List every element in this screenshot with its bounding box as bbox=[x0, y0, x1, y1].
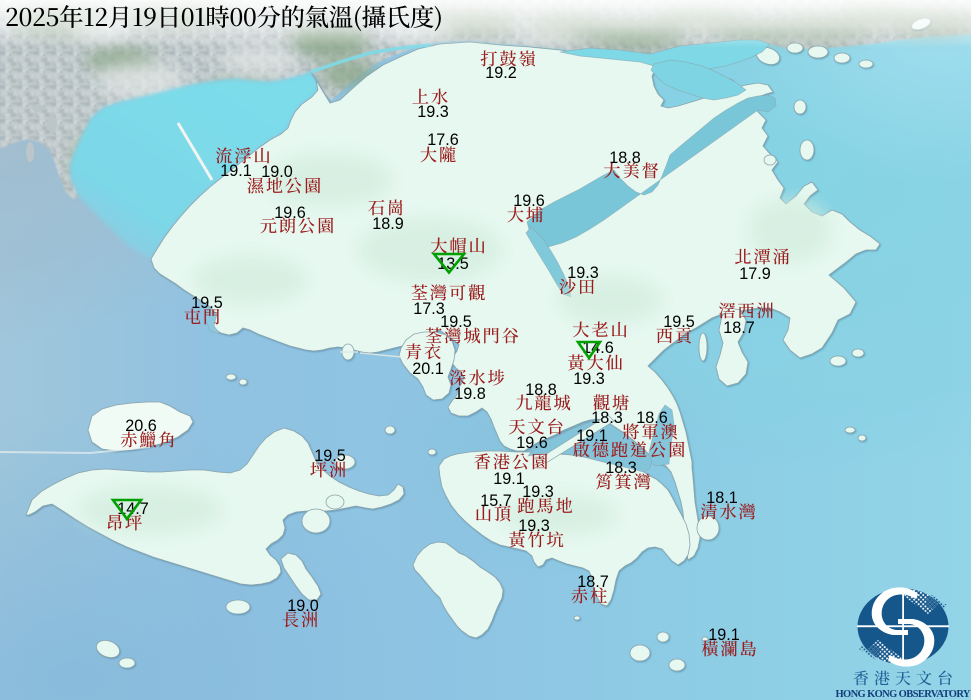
svg-text:19.5: 19.5 bbox=[314, 447, 346, 465]
svg-text:19.0: 19.0 bbox=[287, 597, 319, 615]
svg-text:19.1: 19.1 bbox=[576, 427, 608, 445]
svg-text:19.3: 19.3 bbox=[573, 370, 605, 388]
svg-text:19.1: 19.1 bbox=[493, 470, 525, 488]
svg-text:19.3: 19.3 bbox=[417, 103, 449, 121]
svg-text:18.3: 18.3 bbox=[591, 409, 623, 427]
svg-text:19.3: 19.3 bbox=[522, 483, 554, 501]
svg-text:HONG KONG OBSERVATORY: HONG KONG OBSERVATORY bbox=[836, 689, 971, 700]
svg-text:18.8: 18.8 bbox=[609, 149, 641, 167]
svg-text:18.3: 18.3 bbox=[605, 459, 637, 477]
svg-text:17.6: 17.6 bbox=[427, 131, 459, 149]
svg-text:19.5: 19.5 bbox=[663, 313, 695, 331]
svg-text:18.6: 18.6 bbox=[636, 409, 668, 427]
svg-text:19.1: 19.1 bbox=[220, 162, 252, 180]
svg-text:18.9: 18.9 bbox=[372, 215, 404, 233]
svg-text:15.7: 15.7 bbox=[480, 492, 512, 510]
svg-text:19.8: 19.8 bbox=[454, 385, 486, 403]
svg-text:19.1: 19.1 bbox=[708, 626, 740, 644]
svg-text:19.3: 19.3 bbox=[518, 517, 550, 535]
svg-text:19.6: 19.6 bbox=[274, 204, 306, 222]
svg-text:19.6: 19.6 bbox=[513, 192, 545, 210]
svg-text:19.3: 19.3 bbox=[567, 264, 599, 282]
svg-text:19.5: 19.5 bbox=[440, 313, 472, 331]
svg-text:19.2: 19.2 bbox=[485, 64, 517, 82]
svg-text:20.6: 20.6 bbox=[125, 417, 157, 435]
svg-text:18.8: 18.8 bbox=[525, 381, 557, 399]
svg-text:19.5: 19.5 bbox=[191, 294, 223, 312]
svg-text:19.6: 19.6 bbox=[516, 434, 548, 452]
svg-text:18.7: 18.7 bbox=[723, 319, 755, 337]
svg-text:18.7: 18.7 bbox=[577, 573, 609, 591]
svg-text:19.0: 19.0 bbox=[261, 163, 293, 181]
svg-text:18.1: 18.1 bbox=[706, 489, 738, 507]
svg-text:17.9: 17.9 bbox=[739, 265, 771, 283]
svg-text:20.1: 20.1 bbox=[412, 360, 444, 378]
